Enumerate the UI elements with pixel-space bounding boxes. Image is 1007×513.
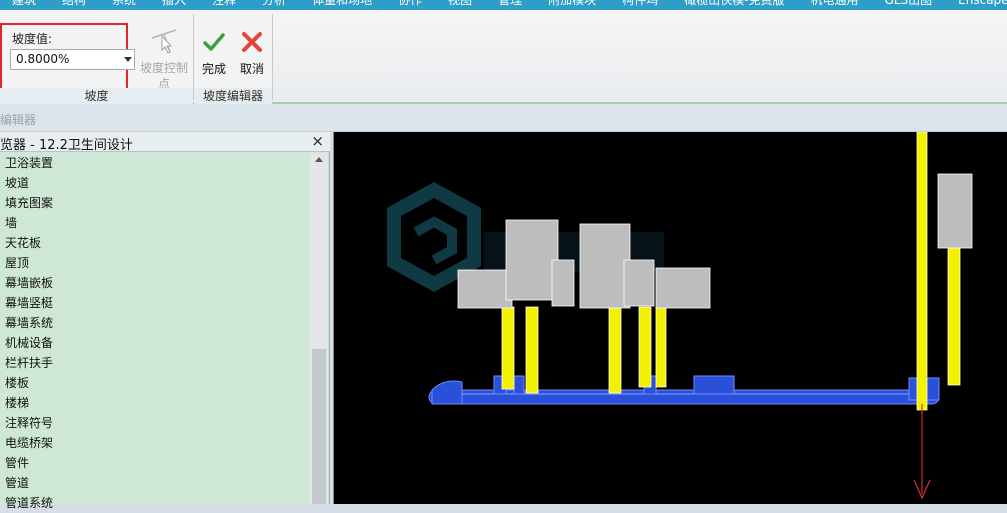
browser-item[interactable]: 墙 (0, 213, 310, 233)
project-browser-title: 览器 - 12.2卫生间设计 (0, 138, 133, 153)
browser-item[interactable]: 电缆桥架 (0, 433, 310, 453)
model-view (387, 132, 973, 500)
browser-item[interactable]: 管件 (0, 453, 310, 473)
browser-item[interactable]: 栏杆扶手 (0, 353, 310, 373)
close-icon[interactable]: × (311, 132, 324, 150)
ribbon-empty-area (272, 10, 1007, 102)
drawing-viewport[interactable] (333, 132, 1007, 504)
browser-item[interactable]: 卫浴装置 (0, 153, 310, 173)
menu-item[interactable]: 协作 (398, 0, 422, 7)
browser-item[interactable]: 坡道 (0, 173, 310, 193)
finish-label: 完成 (201, 62, 226, 76)
browser-item[interactable]: 幕墙嵌板 (0, 273, 310, 293)
menu-item[interactable]: 构件坞 (622, 0, 658, 7)
slope-value-text: 0.8000% (16, 52, 70, 66)
ribbon: 坡度值: 0.8000% 坡度控制点 完成 取消 坡度 坡度编辑器 (0, 10, 1007, 104)
menu-item[interactable]: 结构 (62, 0, 86, 7)
browser-item[interactable]: 注释符号 (0, 413, 310, 433)
browser-item[interactable]: 机械设备 (0, 333, 310, 353)
slope-control-point-button[interactable]: 坡度控制点 (136, 26, 192, 92)
panel-label-slope: 坡度 (0, 88, 193, 104)
browser-item[interactable]: 填充图案 (0, 193, 310, 213)
slope-control-point-label: 坡度控制点 (139, 61, 188, 91)
menu-item[interactable]: 分析 (262, 0, 286, 7)
cancel-label: 取消 (239, 62, 264, 76)
project-browser-list: 卫浴装置 坡道 填充图案墙天花板 屋顶 幕墙嵌板 幕墙竖梃 幕墙系统 机械设备 栏杆扶手 楼板 楼梯… (0, 153, 310, 513)
menu-item[interactable]: 管理 (498, 0, 522, 7)
project-browser: 览器 - 12.2卫生间设计 × 卫浴装置 坡道 填充图案墙天花板 屋顶 幕墙嵌板 幕墙竖… (0, 132, 330, 510)
menu-item[interactable]: 建筑 (12, 0, 36, 7)
properties-bar: 编辑器 (0, 104, 1007, 132)
panel-label-slope-editor: 坡度编辑器 (194, 88, 272, 104)
menu-item[interactable]: Enscape™ (958, 0, 1007, 7)
menu-bar: 建筑 结构 系统 插入 注释 分析 体量和场地 协作 视图 管理 附加模块 构件坞 橄榄山快模-免费版 机… (0, 0, 1007, 10)
browser-item[interactable]: 管道系统 (0, 493, 310, 513)
panel-divider (272, 14, 273, 100)
menu-item[interactable]: 插入 (162, 0, 186, 7)
browser-item[interactable]: 管道 (0, 473, 310, 493)
finish-button[interactable]: 完成 (197, 30, 231, 77)
menu-item[interactable]: 注释 (212, 0, 236, 7)
scrollbar-thumb[interactable] (312, 349, 326, 504)
menu-item[interactable]: 机电通用 (811, 0, 859, 7)
sanitary-fixtures (457, 173, 973, 309)
project-browser-header: 览器 - 12.2卫生间设计 × (0, 132, 330, 153)
close-x-icon (240, 30, 264, 54)
scroll-up-arrow-icon[interactable] (315, 157, 323, 162)
menu-item[interactable]: 系统 (112, 0, 136, 7)
slope-direction-arrow (913, 404, 931, 500)
browser-item[interactable]: 楼梯 (0, 393, 310, 413)
menu-item[interactable]: 视图 (448, 0, 472, 7)
slope-arrow-cursor-icon (148, 26, 180, 56)
dropdown-arrow-icon[interactable] (124, 57, 132, 62)
menu-item[interactable]: 体量和场地 (312, 0, 372, 7)
properties-bar-label: 编辑器 (0, 113, 37, 127)
browser-item[interactable]: 楼板 (0, 373, 310, 393)
menu-item[interactable]: GLS出图 (885, 0, 933, 7)
slope-value-label: 坡度值: (12, 32, 53, 46)
browser-item[interactable]: 幕墙竖梃 (0, 293, 310, 313)
browser-item[interactable]: 幕墙系统 (0, 313, 310, 333)
slope-value-input[interactable]: 0.8000% (10, 49, 135, 70)
menu-item[interactable]: 橄榄山快模-免费版 (684, 0, 784, 7)
menu-items: 建筑 结构 系统 插入 注释 分析 体量和场地 协作 视图 管理 附加模块 构件坞 橄榄山快模-免费版 机… (12, 0, 1007, 7)
checkmark-icon (202, 30, 226, 54)
browser-item[interactable]: 天花板 (0, 233, 310, 253)
cancel-button[interactable]: 取消 (235, 30, 269, 77)
browser-item[interactable]: 屋顶 (0, 253, 310, 273)
menu-item[interactable]: 附加模块 (548, 0, 596, 7)
browser-scrollbar[interactable] (310, 153, 328, 504)
